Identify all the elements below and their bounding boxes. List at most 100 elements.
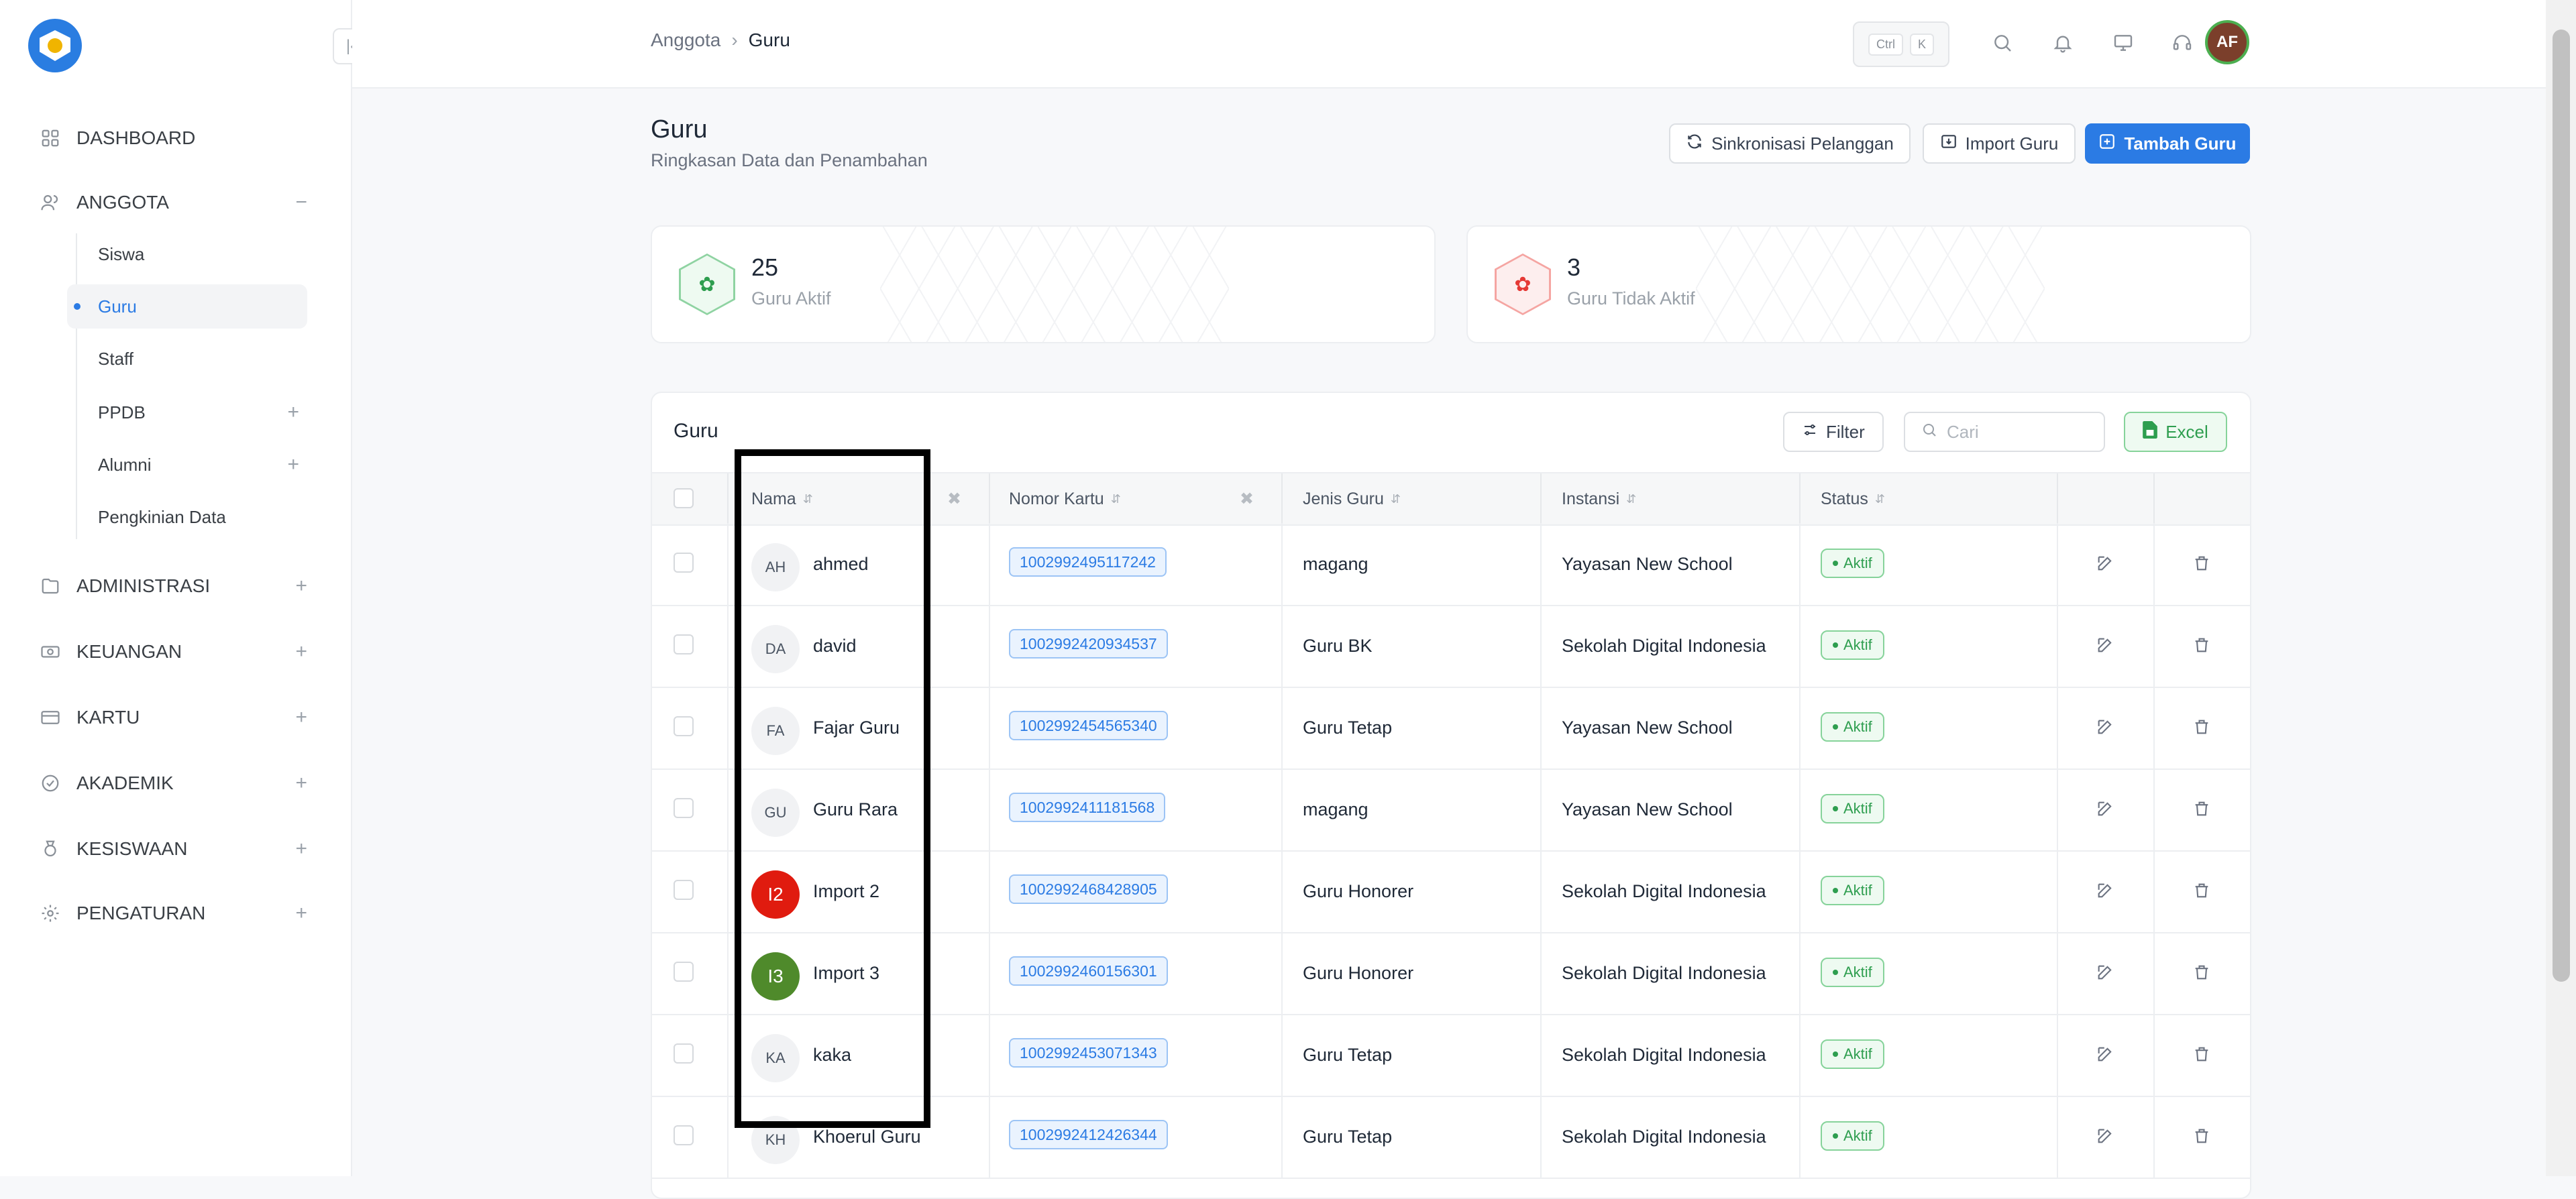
collapse-toggle[interactable]: −: [295, 191, 307, 214]
pin-icon[interactable]: ✖: [1240, 473, 1254, 524]
trash-icon[interactable]: [2188, 632, 2215, 659]
chevron-right-icon: ›: [731, 30, 738, 50]
trash-icon[interactable]: [2188, 1123, 2215, 1149]
expand-toggle[interactable]: +: [287, 453, 299, 476]
row-checkbox[interactable]: [674, 1043, 694, 1064]
pin-icon[interactable]: ✖: [947, 473, 961, 524]
edit-icon[interactable]: [2092, 959, 2118, 986]
edit-icon[interactable]: [2092, 1041, 2118, 1068]
monitor-icon[interactable]: [2107, 27, 2139, 59]
column-header-instansi[interactable]: Instansi ⇵: [1562, 473, 1636, 524]
sidebar-subitem-guru[interactable]: Guru: [67, 284, 307, 329]
user-avatar[interactable]: AF: [2205, 20, 2249, 64]
table-row[interactable]: KA kaka 1002992453071343 Guru Tetap Sekolah …: [652, 1014, 2250, 1097]
app-logo[interactable]: [28, 19, 82, 72]
column-divider: [989, 1014, 990, 1096]
trash-icon[interactable]: [2188, 550, 2215, 577]
table-row[interactable]: GU Guru Rara 1002992411181568 magang Yayasan…: [652, 768, 2250, 852]
avatar: KH: [751, 1116, 800, 1164]
institution: Sekolah Digital Indonesia: [1562, 962, 1766, 983]
table-row[interactable]: I2 Import 2 1002992468428905 Guru Honorer Se…: [652, 850, 2250, 933]
breadcrumb-item-anggota[interactable]: Anggota: [651, 30, 720, 51]
sync-customers-button[interactable]: Sinkronisasi Pelanggan: [1669, 123, 1911, 164]
expand-toggle[interactable]: +: [295, 772, 307, 795]
trash-icon[interactable]: [2188, 1041, 2215, 1068]
expand-toggle[interactable]: +: [295, 838, 307, 860]
edit-icon[interactable]: [2092, 877, 2118, 904]
edit-icon[interactable]: [2092, 1123, 2118, 1149]
table-row[interactable]: KH Khoerul Guru 1002992412426344 Guru Tetap…: [652, 1096, 2250, 1179]
command-palette-shortcut[interactable]: Ctrl K: [1853, 21, 1949, 67]
row-checkbox[interactable]: [674, 962, 694, 982]
column-divider: [1281, 687, 1283, 768]
expand-toggle[interactable]: +: [295, 575, 307, 597]
sidebar-item-kesiswaan[interactable]: KESISWAAN +: [39, 829, 307, 869]
excel-export-button[interactable]: Excel: [2124, 412, 2227, 452]
column-divider: [2153, 1096, 2155, 1178]
table-row[interactable]: FA Fajar Guru 1002992454565340 Guru Tetap Ya…: [652, 687, 2250, 770]
row-checkbox[interactable]: [674, 1125, 694, 1145]
sidebar-item-keuangan[interactable]: KEUANGAN +: [39, 632, 307, 672]
edit-icon[interactable]: [2092, 795, 2118, 822]
column-divider: [989, 768, 990, 850]
sidebar-subitem-siswa[interactable]: Siswa: [67, 232, 307, 276]
column-header-jenis-guru[interactable]: Jenis Guru ⇵: [1303, 473, 1401, 524]
topbar: Anggota › Guru Ctrl K AF: [352, 0, 2546, 89]
row-checkbox[interactable]: [674, 634, 694, 654]
sidebar-item-kartu[interactable]: KARTU +: [39, 697, 307, 738]
hexagon-icon-frame: ✿: [679, 253, 735, 315]
expand-toggle[interactable]: +: [295, 706, 307, 729]
sidebar-subitem-staff[interactable]: Staff: [67, 337, 307, 381]
select-all-checkbox[interactable]: [674, 488, 694, 508]
column-divider: [2153, 932, 2155, 1014]
column-divider: [2057, 850, 2058, 932]
scrollbar-thumb[interactable]: [2553, 30, 2570, 982]
add-guru-button[interactable]: Tambah Guru: [2085, 123, 2250, 164]
table-row[interactable]: I3 Import 3 1002992460156301 Guru Honorer Se…: [652, 932, 2250, 1015]
edit-icon[interactable]: [2092, 713, 2118, 740]
table-row[interactable]: AH ahmed 1002992495117242 magang Yayasan New…: [652, 523, 2250, 606]
sidebar-item-administrasi[interactable]: ADMINISTRASI +: [39, 566, 307, 606]
expand-toggle[interactable]: +: [295, 902, 307, 925]
row-checkbox[interactable]: [674, 716, 694, 736]
column-header-nomor-kartu[interactable]: Nomor Kartu ⇵: [1009, 473, 1121, 524]
column-divider: [1799, 1014, 1801, 1096]
trash-icon[interactable]: [2188, 877, 2215, 904]
filter-button[interactable]: Filter: [1783, 412, 1884, 452]
column-divider: [1281, 932, 1283, 1014]
sidebar-item-akademik[interactable]: AKADEMIK +: [39, 763, 307, 803]
column-divider: [2057, 1014, 2058, 1096]
status-dot: [1833, 724, 1838, 730]
column-divider: [2153, 605, 2155, 687]
column-header-status[interactable]: Status ⇵: [1821, 473, 1885, 524]
teacher-type: magang: [1303, 799, 1368, 819]
trash-icon[interactable]: [2188, 959, 2215, 986]
sidebar-subitem-pengkinian-data[interactable]: Pengkinian Data: [67, 495, 307, 539]
teacher-name: Import 3: [813, 962, 880, 983]
column-divider: [2153, 473, 2155, 524]
trash-icon[interactable]: [2188, 795, 2215, 822]
headset-icon[interactable]: [2166, 27, 2198, 59]
column-header-nama[interactable]: Nama ⇵: [751, 473, 813, 524]
table-row[interactable]: DA david 1002992420934537 Guru BK Sekolah Di…: [652, 605, 2250, 688]
bell-icon[interactable]: [2047, 27, 2079, 59]
sidebar-subitem-alumni[interactable]: Alumni +: [67, 443, 307, 487]
edit-icon[interactable]: [2092, 632, 2118, 659]
expand-toggle[interactable]: +: [287, 401, 299, 424]
row-checkbox[interactable]: [674, 798, 694, 818]
edit-icon[interactable]: [2092, 550, 2118, 577]
row-checkbox[interactable]: [674, 553, 694, 573]
import-guru-button[interactable]: Import Guru: [1923, 123, 2076, 164]
sidebar-item-pengaturan[interactable]: PENGATURAN +: [39, 893, 307, 933]
sidebar-item-anggota[interactable]: ANGGOTA −: [39, 182, 307, 223]
search-icon[interactable]: [1986, 27, 2019, 59]
search-input[interactable]: Cari: [1904, 412, 2105, 452]
teacher-type: magang: [1303, 553, 1368, 574]
row-checkbox[interactable]: [674, 880, 694, 900]
sidebar-item-dashboard[interactable]: DASHBOARD: [39, 118, 307, 158]
expand-toggle[interactable]: +: [295, 640, 307, 663]
page-scrollbar[interactable]: [2546, 0, 2576, 1176]
sidebar-subitem-ppdb[interactable]: PPDB +: [67, 390, 307, 435]
teacher-type: Guru Tetap: [1303, 1126, 1393, 1147]
trash-icon[interactable]: [2188, 713, 2215, 740]
